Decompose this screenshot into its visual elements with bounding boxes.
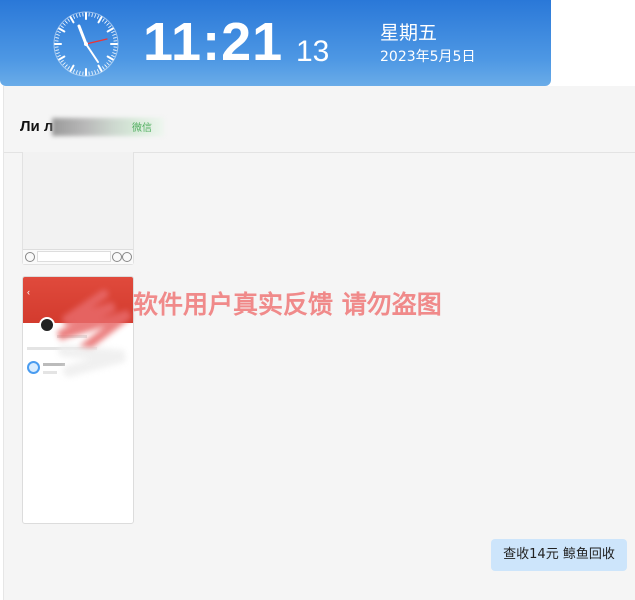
clock-tick	[60, 60, 64, 63]
clock-tick	[106, 62, 110, 66]
clock-tick	[55, 49, 60, 51]
analog-clock-icon	[53, 11, 119, 77]
clock-tick	[91, 13, 93, 18]
chat-image-1[interactable]	[22, 152, 134, 265]
clock-tick	[96, 69, 100, 73]
clock-tick	[111, 30, 115, 34]
clock-tick	[112, 52, 116, 54]
clock-tick	[72, 15, 76, 19]
clock-tick	[79, 70, 81, 75]
clock-tick	[57, 54, 61, 58]
clock-tick	[62, 22, 66, 26]
clock-tick	[97, 16, 103, 24]
message-bubble[interactable]: 查收14元 鲸鱼回收	[491, 539, 627, 571]
screen: 11:21 13 星期五 2023年5月5日 Ли л 微信 ‹ 软件用户真实反…	[0, 0, 635, 600]
clock-tick	[112, 34, 116, 36]
clock-tick	[104, 20, 108, 24]
clock-tick	[76, 14, 78, 18]
clock-tick	[94, 14, 96, 18]
clock-tick	[104, 64, 108, 68]
clock-tick	[94, 70, 96, 74]
clock-tick	[67, 18, 70, 22]
contact-name[interactable]: Ли л	[20, 118, 53, 135]
clock-tick	[69, 16, 75, 24]
image-app-icon	[27, 361, 40, 374]
clock-tick	[62, 62, 66, 66]
contact-tag: 微信	[132, 123, 152, 134]
clock-tick	[106, 55, 114, 61]
clock-tick	[106, 27, 114, 33]
clock-tick	[57, 30, 61, 34]
clock-tick	[97, 64, 103, 72]
clock-tick	[76, 70, 78, 74]
image-input-bar	[23, 249, 133, 264]
clock-tick	[102, 18, 105, 22]
voice-icon	[25, 252, 35, 262]
clock-tick	[79, 13, 81, 18]
back-arrow-icon: ‹	[27, 287, 30, 297]
clock-tick	[102, 66, 105, 70]
watermark-text: 软件用户真实反馈 请勿盗图	[133, 290, 442, 319]
clock-tick	[72, 69, 76, 73]
clock-tick	[56, 34, 60, 36]
clock-tick	[58, 27, 66, 33]
image-input-field	[37, 251, 111, 262]
clock-tick	[108, 25, 112, 28]
clock-tick	[67, 66, 70, 70]
clock-tick	[112, 49, 117, 51]
plus-icon	[122, 252, 132, 262]
clock-tick	[60, 25, 64, 28]
clock-tick	[64, 20, 68, 24]
clock-tick	[55, 37, 60, 39]
time-hours-minutes: 11:21	[143, 12, 284, 72]
emoji-icon	[112, 252, 122, 262]
date-label: 2023年5月5日	[380, 49, 476, 65]
clock-tick	[108, 60, 112, 63]
clock-tick	[69, 64, 75, 72]
clock-tick	[96, 15, 100, 19]
clock-banner: 11:21 13 星期五 2023年5月5日	[0, 0, 551, 86]
clock-tick	[111, 54, 115, 58]
clock-tick	[91, 70, 93, 75]
time-seconds: 13	[296, 35, 330, 68]
chat-header: Ли л 微信	[4, 86, 635, 153]
clock-tick	[56, 52, 60, 54]
chat-panel: Ли л 微信 ‹	[3, 86, 635, 600]
clock-tick	[64, 64, 68, 68]
clock-tick	[58, 55, 66, 61]
clock-tick	[112, 37, 117, 39]
weekday-label: 星期五	[380, 22, 438, 44]
clock-tick	[106, 22, 110, 26]
